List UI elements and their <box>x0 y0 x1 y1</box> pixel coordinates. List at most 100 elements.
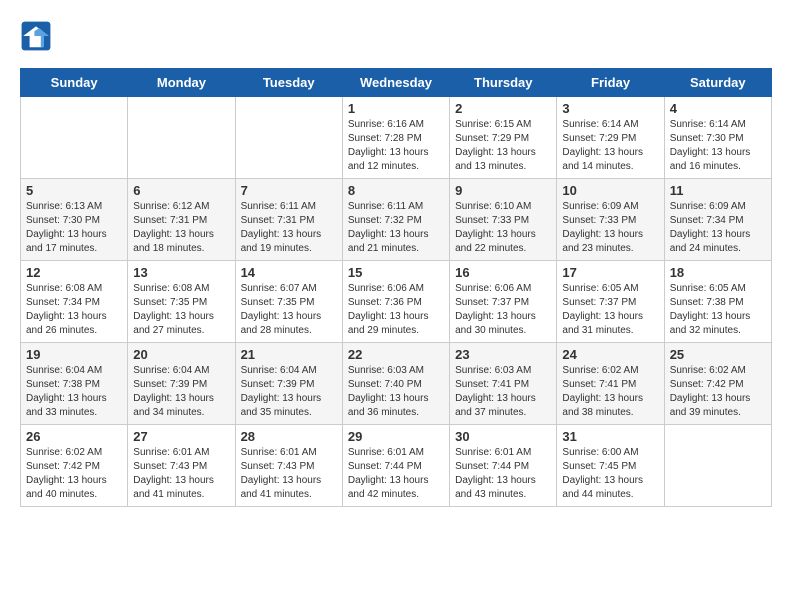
day-info: Sunrise: 6:08 AM Sunset: 7:35 PM Dayligh… <box>133 282 229 338</box>
day-cell: 14 Sunrise: 6:07 AM Sunset: 7:35 PM Dayli… <box>235 261 342 343</box>
day-info: Sunrise: 6:04 AM Sunset: 7:39 PM Dayligh… <box>241 364 337 420</box>
day-info: Sunrise: 6:06 AM Sunset: 7:36 PM Dayligh… <box>348 282 444 338</box>
day-cell <box>664 425 771 507</box>
week-row-3: 12 Sunrise: 6:08 AM Sunset: 7:34 PM Dayli… <box>21 261 772 343</box>
day-number: 24 <box>562 347 658 362</box>
weekday-header-monday: Monday <box>128 69 235 97</box>
day-info: Sunrise: 6:02 AM Sunset: 7:42 PM Dayligh… <box>670 364 766 420</box>
day-number: 6 <box>133 183 229 198</box>
weekday-header-friday: Friday <box>557 69 664 97</box>
day-number: 9 <box>455 183 551 198</box>
day-number: 1 <box>348 101 444 116</box>
day-cell: 10 Sunrise: 6:09 AM Sunset: 7:33 PM Dayli… <box>557 179 664 261</box>
day-info: Sunrise: 6:07 AM Sunset: 7:35 PM Dayligh… <box>241 282 337 338</box>
day-number: 18 <box>670 265 766 280</box>
day-info: Sunrise: 6:11 AM Sunset: 7:32 PM Dayligh… <box>348 200 444 256</box>
day-number: 10 <box>562 183 658 198</box>
day-info: Sunrise: 6:05 AM Sunset: 7:38 PM Dayligh… <box>670 282 766 338</box>
week-row-1: 1 Sunrise: 6:16 AM Sunset: 7:28 PM Daylig… <box>21 97 772 179</box>
weekday-header-saturday: Saturday <box>664 69 771 97</box>
day-cell <box>235 97 342 179</box>
day-info: Sunrise: 6:01 AM Sunset: 7:44 PM Dayligh… <box>455 446 551 502</box>
day-number: 17 <box>562 265 658 280</box>
day-cell: 29 Sunrise: 6:01 AM Sunset: 7:44 PM Dayli… <box>342 425 449 507</box>
day-info: Sunrise: 6:00 AM Sunset: 7:45 PM Dayligh… <box>562 446 658 502</box>
day-cell: 8Sunrise: 6:11 AM Sunset: 7:32 PM Daylig… <box>342 179 449 261</box>
day-cell: 25 Sunrise: 6:02 AM Sunset: 7:42 PM Dayli… <box>664 343 771 425</box>
weekday-header-tuesday: Tuesday <box>235 69 342 97</box>
day-info: Sunrise: 6:10 AM Sunset: 7:33 PM Dayligh… <box>455 200 551 256</box>
day-cell: 3Sunrise: 6:14 AM Sunset: 7:29 PM Daylig… <box>557 97 664 179</box>
day-number: 30 <box>455 429 551 444</box>
day-info: Sunrise: 6:03 AM Sunset: 7:41 PM Dayligh… <box>455 364 551 420</box>
day-number: 26 <box>26 429 122 444</box>
day-info: Sunrise: 6:04 AM Sunset: 7:39 PM Dayligh… <box>133 364 229 420</box>
week-row-2: 5Sunrise: 6:13 AM Sunset: 7:30 PM Daylig… <box>21 179 772 261</box>
day-info: Sunrise: 6:09 AM Sunset: 7:34 PM Dayligh… <box>670 200 766 256</box>
week-row-4: 19 Sunrise: 6:04 AM Sunset: 7:38 PM Dayli… <box>21 343 772 425</box>
day-cell: 13 Sunrise: 6:08 AM Sunset: 7:35 PM Dayli… <box>128 261 235 343</box>
day-number: 5 <box>26 183 122 198</box>
weekday-header-thursday: Thursday <box>450 69 557 97</box>
day-cell <box>128 97 235 179</box>
day-cell: 15 Sunrise: 6:06 AM Sunset: 7:36 PM Dayli… <box>342 261 449 343</box>
page-header <box>20 20 772 52</box>
logo-icon <box>20 20 52 52</box>
day-cell: 19 Sunrise: 6:04 AM Sunset: 7:38 PM Dayli… <box>21 343 128 425</box>
day-number: 22 <box>348 347 444 362</box>
day-cell: 28Sunrise: 6:01 AM Sunset: 7:43 PM Dayli… <box>235 425 342 507</box>
day-cell: 20 Sunrise: 6:04 AM Sunset: 7:39 PM Dayli… <box>128 343 235 425</box>
day-number: 12 <box>26 265 122 280</box>
weekday-header-sunday: Sunday <box>21 69 128 97</box>
day-number: 13 <box>133 265 229 280</box>
weekday-header-wednesday: Wednesday <box>342 69 449 97</box>
day-cell: 17 Sunrise: 6:05 AM Sunset: 7:37 PM Dayli… <box>557 261 664 343</box>
day-info: Sunrise: 6:12 AM Sunset: 7:31 PM Dayligh… <box>133 200 229 256</box>
day-info: Sunrise: 6:14 AM Sunset: 7:30 PM Dayligh… <box>670 118 766 174</box>
day-number: 14 <box>241 265 337 280</box>
day-number: 25 <box>670 347 766 362</box>
day-number: 3 <box>562 101 658 116</box>
day-cell: 23 Sunrise: 6:03 AM Sunset: 7:41 PM Dayli… <box>450 343 557 425</box>
day-info: Sunrise: 6:02 AM Sunset: 7:41 PM Dayligh… <box>562 364 658 420</box>
day-number: 2 <box>455 101 551 116</box>
logo <box>20 20 56 52</box>
day-cell: 18 Sunrise: 6:05 AM Sunset: 7:38 PM Dayli… <box>664 261 771 343</box>
day-number: 11 <box>670 183 766 198</box>
day-number: 16 <box>455 265 551 280</box>
day-info: Sunrise: 6:11 AM Sunset: 7:31 PM Dayligh… <box>241 200 337 256</box>
day-info: Sunrise: 6:01 AM Sunset: 7:44 PM Dayligh… <box>348 446 444 502</box>
day-info: Sunrise: 6:16 AM Sunset: 7:28 PM Dayligh… <box>348 118 444 174</box>
day-info: Sunrise: 6:09 AM Sunset: 7:33 PM Dayligh… <box>562 200 658 256</box>
day-number: 19 <box>26 347 122 362</box>
day-cell: 2Sunrise: 6:15 AM Sunset: 7:29 PM Daylig… <box>450 97 557 179</box>
day-info: Sunrise: 6:01 AM Sunset: 7:43 PM Dayligh… <box>241 446 337 502</box>
day-cell: 12 Sunrise: 6:08 AM Sunset: 7:34 PM Dayli… <box>21 261 128 343</box>
day-cell: 22Sunrise: 6:03 AM Sunset: 7:40 PM Dayli… <box>342 343 449 425</box>
day-cell: 26 Sunrise: 6:02 AM Sunset: 7:42 PM Dayli… <box>21 425 128 507</box>
day-cell: 30 Sunrise: 6:01 AM Sunset: 7:44 PM Dayli… <box>450 425 557 507</box>
day-number: 27 <box>133 429 229 444</box>
day-info: Sunrise: 6:02 AM Sunset: 7:42 PM Dayligh… <box>26 446 122 502</box>
day-cell: 27Sunrise: 6:01 AM Sunset: 7:43 PM Dayli… <box>128 425 235 507</box>
week-row-5: 26 Sunrise: 6:02 AM Sunset: 7:42 PM Dayli… <box>21 425 772 507</box>
day-number: 31 <box>562 429 658 444</box>
weekday-header-row: SundayMondayTuesdayWednesdayThursdayFrid… <box>21 69 772 97</box>
day-number: 23 <box>455 347 551 362</box>
day-info: Sunrise: 6:04 AM Sunset: 7:38 PM Dayligh… <box>26 364 122 420</box>
day-info: Sunrise: 6:05 AM Sunset: 7:37 PM Dayligh… <box>562 282 658 338</box>
day-cell: 9 Sunrise: 6:10 AM Sunset: 7:33 PM Daylig… <box>450 179 557 261</box>
day-cell: 31 Sunrise: 6:00 AM Sunset: 7:45 PM Dayli… <box>557 425 664 507</box>
day-cell: 5Sunrise: 6:13 AM Sunset: 7:30 PM Daylig… <box>21 179 128 261</box>
day-info: Sunrise: 6:06 AM Sunset: 7:37 PM Dayligh… <box>455 282 551 338</box>
day-number: 4 <box>670 101 766 116</box>
day-number: 20 <box>133 347 229 362</box>
day-number: 15 <box>348 265 444 280</box>
day-number: 29 <box>348 429 444 444</box>
day-number: 7 <box>241 183 337 198</box>
day-info: Sunrise: 6:08 AM Sunset: 7:34 PM Dayligh… <box>26 282 122 338</box>
day-cell: 4 Sunrise: 6:14 AM Sunset: 7:30 PM Daylig… <box>664 97 771 179</box>
day-cell: 6 Sunrise: 6:12 AM Sunset: 7:31 PM Daylig… <box>128 179 235 261</box>
day-cell: 1 Sunrise: 6:16 AM Sunset: 7:28 PM Daylig… <box>342 97 449 179</box>
day-cell: 7 Sunrise: 6:11 AM Sunset: 7:31 PM Daylig… <box>235 179 342 261</box>
